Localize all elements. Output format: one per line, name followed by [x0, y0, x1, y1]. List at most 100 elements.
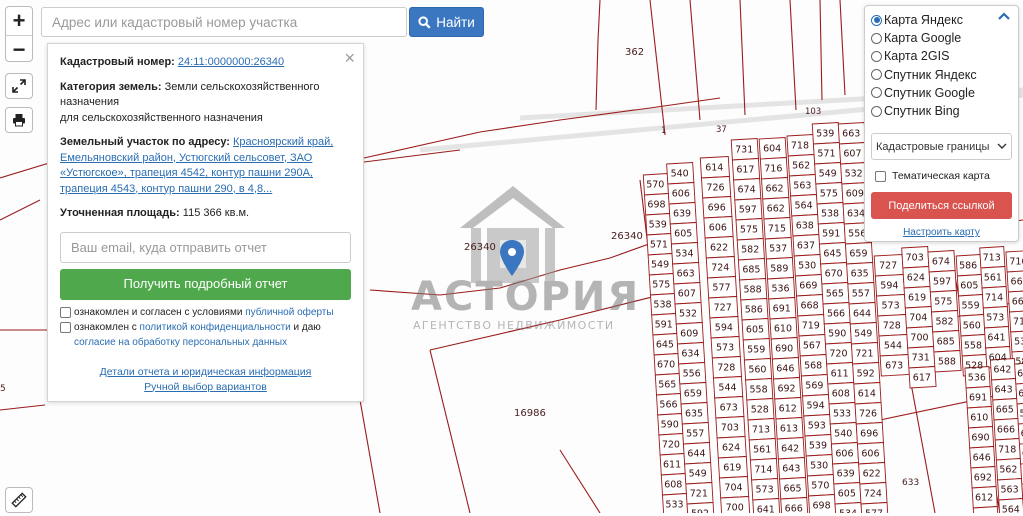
parcel-number-label: 619	[723, 463, 741, 474]
privacy-consent-row: ознакомлен с политикой конфиденциальност…	[60, 320, 351, 350]
public-offer-link[interactable]: публичной оферты	[245, 307, 333, 318]
parcel-number-label: 557	[852, 289, 870, 300]
layer-option[interactable]: Карта Google	[871, 29, 1012, 47]
parcel-number-label: 605	[838, 489, 856, 500]
parcel-number-label: 537	[769, 244, 787, 255]
parcel-number-label: 685	[937, 337, 955, 348]
parcel-number-label: 605	[746, 325, 764, 336]
parcel-number-label: 544	[884, 341, 902, 352]
layer-option[interactable]: Карта 2GIS	[871, 47, 1012, 65]
search-input[interactable]	[41, 7, 407, 37]
radio-button[interactable]	[871, 105, 882, 117]
parcel-number-label: 668	[800, 301, 818, 312]
land-category-extra: для сельскохозяйственного назначения	[60, 111, 263, 124]
close-icon[interactable]: ×	[344, 49, 355, 67]
get-report-button[interactable]: Получить подробный отчет	[60, 268, 351, 300]
manual-selection-link[interactable]: Ручной выбор вариантов	[60, 380, 351, 395]
radio-button[interactable]	[871, 14, 882, 26]
parcel-number-label: 567	[803, 341, 821, 352]
parcel-number-label: 673	[885, 361, 903, 372]
overlay-layer-select[interactable]: Кадастровые границы	[871, 133, 1012, 161]
privacy-consent-checkbox[interactable]	[60, 321, 71, 333]
parcel-number-label: 617	[736, 165, 754, 176]
radio-button[interactable]	[871, 69, 882, 81]
parcel-number-label: 727	[714, 303, 732, 314]
parcel-number-label: 573	[716, 343, 734, 354]
parcel-number-label: 692	[777, 384, 795, 395]
printer-icon	[13, 114, 25, 127]
map-label: 1	[661, 126, 667, 136]
parcel-number-label: 533	[833, 409, 851, 420]
parcel-number-label: 594	[880, 281, 898, 292]
parcel-number-label: 724	[711, 263, 729, 274]
parcel-number-label: 544	[718, 383, 736, 394]
parcel-number-label: 613	[780, 424, 798, 435]
zoom-control: + −	[5, 6, 33, 62]
parcel-number-label: 570	[646, 180, 664, 191]
cadastral-number-link[interactable]: 24:11:0000000:26340	[178, 56, 284, 68]
print-button[interactable]	[5, 107, 33, 133]
fullscreen-button[interactable]	[5, 73, 33, 99]
parcel-number-label: 573	[881, 301, 899, 312]
privacy-policy-link[interactable]: политикой конфиденциальности	[140, 322, 291, 333]
parcel-number-label: 666	[997, 425, 1015, 436]
parcel-number-label: 669	[799, 281, 817, 292]
parcel-number-label: 700	[910, 333, 928, 344]
parcel-number-label: 611	[831, 369, 849, 380]
parcel-number-label: 561	[753, 445, 771, 456]
layer-option[interactable]: Спутник Яндекс	[871, 66, 1012, 84]
radio-button[interactable]	[871, 50, 882, 62]
thematic-map-checkbox[interactable]	[875, 170, 886, 182]
offer-consent-checkbox[interactable]	[60, 306, 71, 318]
parcel-number-label: 662	[1011, 277, 1023, 288]
personal-data-consent-link[interactable]: согласие на обработку персональных данны…	[74, 337, 287, 348]
share-link-button[interactable]: Поделиться ссылкой	[871, 192, 1012, 220]
map-label: 16986	[514, 408, 546, 419]
zoom-in-button[interactable]: +	[6, 7, 32, 35]
thematic-map-row: Тематическая карта	[871, 170, 1012, 182]
parcel-number-label: 635	[685, 409, 703, 420]
layer-option[interactable]: Спутник Bing	[871, 102, 1012, 120]
ruler-button[interactable]	[5, 487, 33, 513]
parcel-number-label: 634	[847, 209, 865, 220]
parcel-number-label: 539	[816, 129, 834, 140]
parcel-number-label: 674	[932, 257, 950, 268]
search-button[interactable]: Найти	[409, 7, 484, 37]
radio-button[interactable]	[871, 87, 882, 99]
parcel-number-label: 663	[677, 269, 695, 280]
parcel-number-label: 577	[865, 509, 883, 514]
parcel-number-label: 690	[971, 433, 989, 444]
parcel-number-label: 665	[996, 405, 1014, 416]
area-label: Уточненная площадь:	[60, 207, 180, 219]
parcel-number-label: 624	[722, 443, 740, 454]
parcel-number-label: 690	[775, 344, 793, 355]
location-pin-icon[interactable]	[500, 240, 524, 276]
map-label: 103	[805, 107, 822, 117]
layer-option[interactable]: Карта Яндекс	[871, 11, 1012, 29]
parcel-number-label: 692	[974, 473, 992, 484]
parcel-number-label: 556	[683, 369, 701, 380]
map-label: 362	[625, 47, 645, 58]
parcel-number-label: 597	[739, 205, 757, 216]
parcel-number-label: 638	[1017, 369, 1023, 380]
parcel-number-label: 540	[671, 169, 689, 180]
parcel-number-label: 549	[819, 169, 837, 180]
radio-button[interactable]	[871, 32, 882, 44]
parcel-number-label: 617	[913, 373, 931, 384]
configure-map-link[interactable]: Настроить карту	[871, 227, 1012, 238]
zoom-out-button[interactable]: −	[6, 35, 32, 63]
email-field[interactable]	[60, 231, 351, 263]
layer-option-label: Спутник Google	[884, 85, 975, 100]
parcel-number-label: 563	[793, 181, 811, 192]
parcel-number-label: 561	[984, 273, 1002, 284]
chevron-up-icon[interactable]	[998, 12, 1010, 20]
parcel-number-label: 641	[757, 505, 775, 514]
parcel-number-label: 582	[935, 317, 953, 328]
parcel-number-label: 586	[959, 261, 977, 272]
parcel-number-label: 731	[735, 145, 753, 156]
parcel-number-label: 588	[744, 285, 762, 296]
report-details-link[interactable]: Детали отчета и юридическая информация	[60, 365, 351, 380]
parcel-number-label: 565	[658, 380, 676, 391]
parcel-number-label: 642	[993, 365, 1011, 376]
layer-option[interactable]: Спутник Google	[871, 84, 1012, 102]
